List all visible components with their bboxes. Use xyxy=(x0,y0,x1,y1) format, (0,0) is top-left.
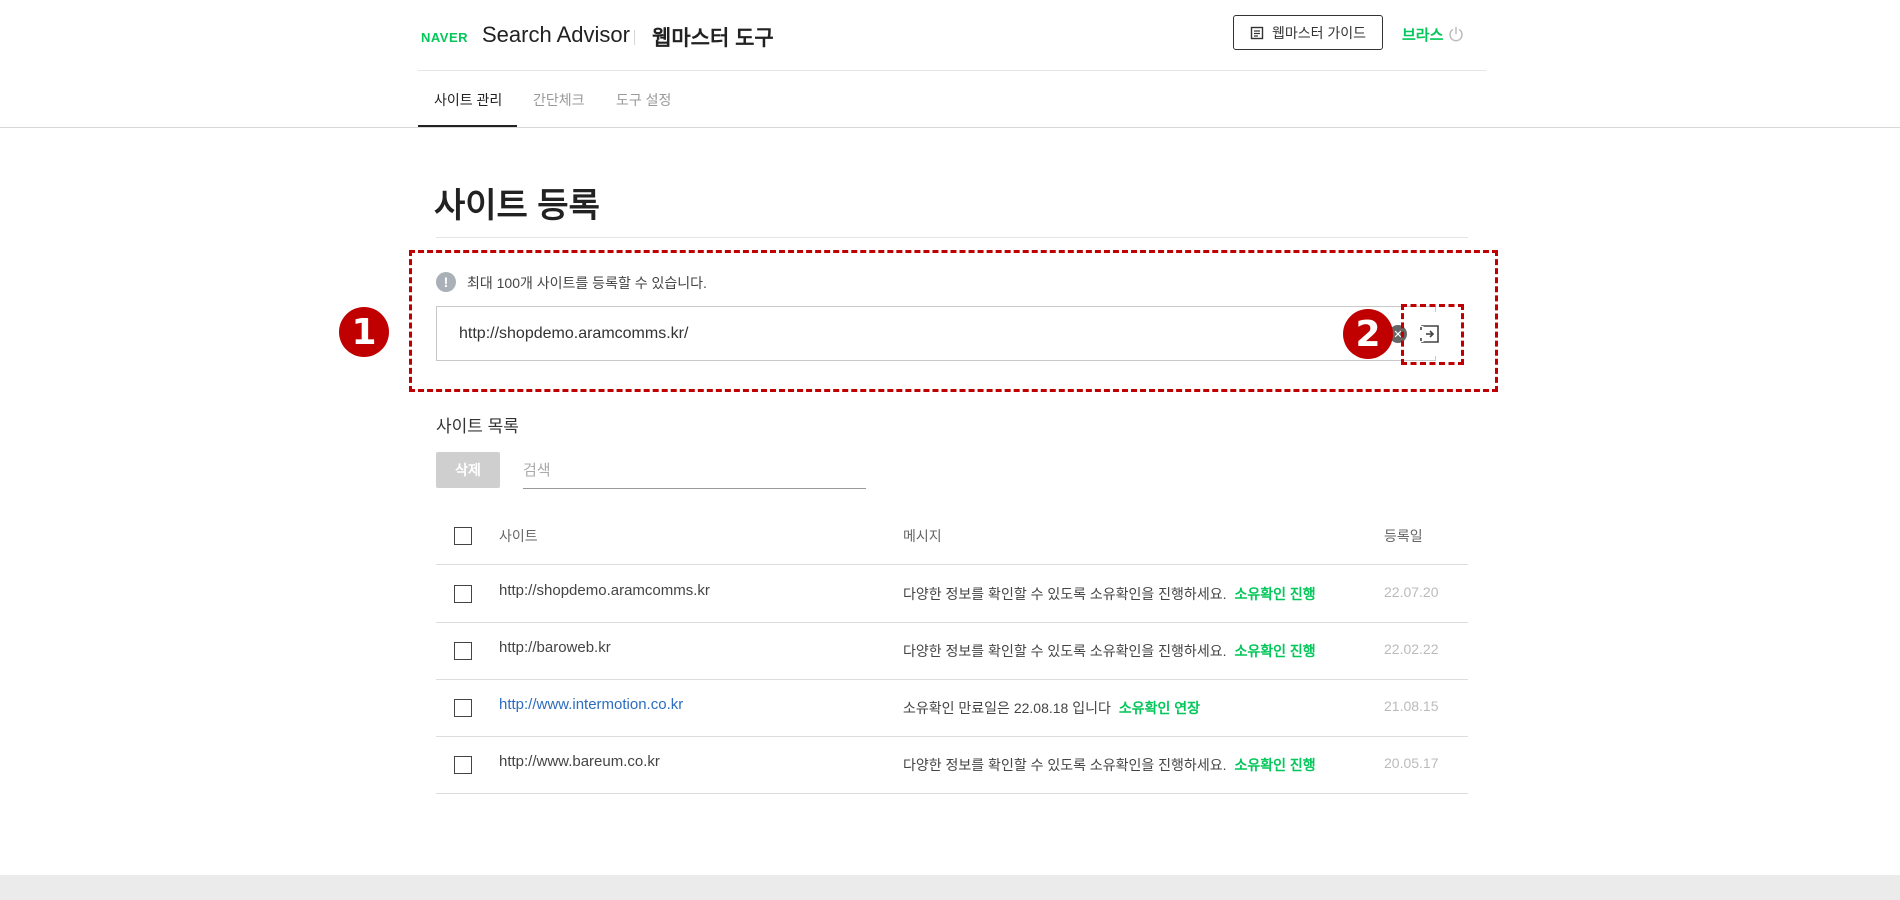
ownership-extend-link[interactable]: 소유확인 연장 xyxy=(1119,700,1200,716)
column-header-site: 사이트 xyxy=(499,528,538,544)
row-message-text: 소유확인 만료일은 22.08.18 입니다 xyxy=(903,700,1111,716)
row-site-url[interactable]: http://baroweb.kr xyxy=(499,639,611,656)
row-message-text: 다양한 정보를 확인할 수 있도록 소유확인을 진행하세요. xyxy=(903,757,1227,773)
info-text: 최대 100개 사이트를 등록할 수 있습니다. xyxy=(467,275,707,291)
top-header: NAVER Search Advisor 웹마스터 도구 웹마스터 가이드 브라… xyxy=(418,0,1486,71)
user-name[interactable]: 브라스 xyxy=(1402,24,1443,45)
guide-button-label: 웹마스터 가이드 xyxy=(1271,24,1367,41)
webmaster-guide-button[interactable]: 웹마스터 가이드 xyxy=(1233,15,1383,50)
row-site-url[interactable]: http://shopdemo.aramcomms.kr xyxy=(499,582,710,599)
webmaster-tool-title[interactable]: 웹마스터 도구 xyxy=(652,22,774,52)
row-date: 22.07.20 xyxy=(1384,584,1439,600)
row-site-url[interactable]: http://www.intermotion.co.kr xyxy=(499,696,683,713)
register-site-button[interactable] xyxy=(1408,312,1452,356)
search-advisor-logo[interactable]: Search Advisor xyxy=(482,22,630,48)
logo-divider xyxy=(634,30,635,45)
row-message: 소유확인 만료일은 22.08.18 입니다 소유확인 연장 xyxy=(903,698,1200,718)
book-icon xyxy=(1250,26,1264,39)
column-header-date: 등록일 xyxy=(1384,528,1423,544)
row-message: 다양한 정보를 확인할 수 있도록 소유확인을 진행하세요. 소유확인 진행 xyxy=(903,641,1316,661)
site-list-title: 사이트 목록 xyxy=(436,417,519,436)
table-row: http://www.intermotion.co.kr 소유확인 만료일은 2… xyxy=(436,679,1468,737)
site-search-input[interactable] xyxy=(523,452,866,489)
tab-site-management[interactable]: 사이트 관리 xyxy=(434,90,502,110)
row-message-text: 다양한 정보를 확인할 수 있도록 소유확인을 진행하세요. xyxy=(903,586,1227,602)
row-checkbox[interactable] xyxy=(454,642,472,660)
annotation-number-1: 1 xyxy=(339,307,389,357)
page-title: 사이트 등록 xyxy=(434,187,600,225)
table-row: http://baroweb.kr 다양한 정보를 확인할 수 있도록 소유확인… xyxy=(436,622,1468,680)
ownership-verify-link[interactable]: 소유확인 진행 xyxy=(1234,586,1315,602)
tabs-divider xyxy=(0,127,1900,128)
select-all-checkbox[interactable] xyxy=(454,527,472,545)
site-url-input[interactable] xyxy=(436,306,1436,361)
naver-logo[interactable]: NAVER xyxy=(421,30,468,45)
annotation-number-2: 2 xyxy=(1343,309,1393,359)
row-checkbox[interactable] xyxy=(454,699,472,717)
delete-button[interactable]: 삭제 xyxy=(436,452,500,488)
info-icon: ! xyxy=(436,272,456,292)
tab-quick-check[interactable]: 간단체크 xyxy=(533,90,585,110)
tab-tool-settings[interactable]: 도구 설정 xyxy=(616,90,671,110)
table-header: 사이트 메시지 등록일 xyxy=(436,506,1468,565)
table-row: http://www.bareum.co.kr 다양한 정보를 확인할 수 있도… xyxy=(436,736,1468,794)
enter-icon xyxy=(1420,325,1439,343)
ownership-verify-link[interactable]: 소유확인 진행 xyxy=(1234,757,1315,773)
title-divider xyxy=(436,237,1468,238)
row-message-text: 다양한 정보를 확인할 수 있도록 소유확인을 진행하세요. xyxy=(903,643,1227,659)
ownership-verify-link[interactable]: 소유확인 진행 xyxy=(1234,643,1315,659)
footer xyxy=(0,875,1900,900)
column-header-message: 메시지 xyxy=(903,528,942,544)
row-date: 20.05.17 xyxy=(1384,755,1439,771)
row-site-url[interactable]: http://www.bareum.co.kr xyxy=(499,753,660,770)
row-checkbox[interactable] xyxy=(454,585,472,603)
table-row: http://shopdemo.aramcomms.kr 다양한 정보를 확인할… xyxy=(436,565,1468,623)
row-message: 다양한 정보를 확인할 수 있도록 소유확인을 진행하세요. 소유확인 진행 xyxy=(903,584,1316,604)
row-checkbox[interactable] xyxy=(454,756,472,774)
main-tabs: 사이트 관리 간단체크 도구 설정 xyxy=(418,71,1486,128)
row-date: 22.02.22 xyxy=(1384,641,1439,657)
logout-power-icon[interactable] xyxy=(1448,26,1464,42)
row-message: 다양한 정보를 확인할 수 있도록 소유확인을 진행하세요. 소유확인 진행 xyxy=(903,755,1316,775)
row-date: 21.08.15 xyxy=(1384,698,1439,714)
